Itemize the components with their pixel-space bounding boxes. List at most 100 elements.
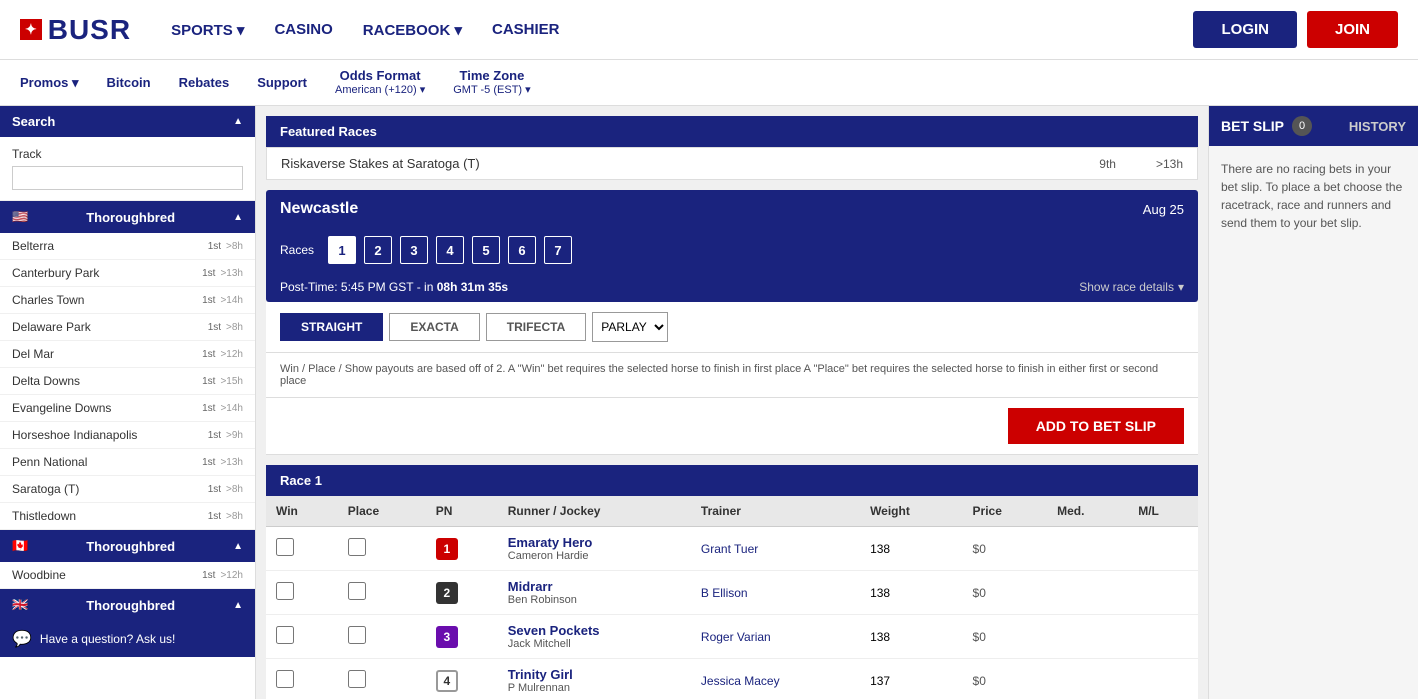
sub-link-bitcoin[interactable]: Bitcoin [107,75,151,90]
sub-header: Promos ▾ Bitcoin Rebates Support Odds Fo… [0,60,1418,106]
ml-cell [1128,571,1198,615]
race-num-2[interactable]: 2 [364,236,392,264]
win-check-cell[interactable] [266,571,338,615]
odds-format-label: Odds Format [340,68,421,84]
race-num-4[interactable]: 4 [436,236,464,264]
table-row: 3 Seven Pockets Jack Mitchell Roger Vari… [266,615,1198,659]
runner-cell: Emaraty Hero Cameron Hardie [498,527,691,571]
odds-format[interactable]: Odds Format American (+120) ▾ [335,68,425,97]
track-item[interactable]: Canterbury Park 1st >13h [0,260,255,287]
track-item[interactable]: Thistledown 1st >8h [0,503,255,530]
add-to-bet-slip-button[interactable]: ADD TO BET SLIP [1008,408,1184,444]
search-input[interactable] [12,166,243,190]
bet-type-trifecta[interactable]: TRIFECTA [486,313,586,341]
track-item[interactable]: Delta Downs 1st >15h [0,368,255,395]
track-item[interactable]: Del Mar 1st >12h [0,341,255,368]
win-checkbox[interactable] [276,582,294,600]
sub-link-rebates[interactable]: Rebates [179,75,230,90]
ml-cell [1128,527,1198,571]
price-cell: $0 [963,615,1048,659]
place-check-cell[interactable] [338,615,426,659]
join-button[interactable]: JOIN [1307,11,1398,48]
sidebar-thoroughbred-header-2[interactable]: 🇨🇦 Thoroughbred ▲ [0,530,255,562]
place-checkbox[interactable] [348,670,366,688]
place-check-cell[interactable] [338,659,426,699]
race-table: Win Place PN Runner / Jockey Trainer Wei… [266,496,1198,699]
race-card: Newcastle Aug 25 Races 1 2 3 4 5 6 7 Pos… [266,190,1198,302]
nav-casino[interactable]: CASINO [274,21,332,39]
track-item[interactable]: Saratoga (T) 1st >8h [0,476,255,503]
nav-racebook[interactable]: RACEBOOK ▾ [363,21,462,39]
login-button[interactable]: LOGIN [1193,11,1297,48]
win-checkbox[interactable] [276,538,294,556]
sidebar-thoroughbred-header-3[interactable]: 🇬🇧 Thoroughbred ▲ [0,589,255,621]
track-item[interactable]: Delaware Park 1st >8h [0,314,255,341]
win-check-cell[interactable] [266,615,338,659]
track-time: >15h [220,376,243,387]
sidebar-thoroughbred-header-1[interactable]: 🇺🇸 Thoroughbred ▲ [0,201,255,233]
countdown: 08h 31m 35s [437,280,508,294]
track-time: >13h [220,268,243,279]
history-tab[interactable]: HISTORY [1349,119,1406,134]
place-check-cell[interactable] [338,527,426,571]
runner-name: Seven Pockets [508,623,681,638]
odds-format-value[interactable]: American (+120) ▾ [335,84,425,97]
bet-type-exacta[interactable]: EXACTA [389,313,479,341]
race-num-3[interactable]: 3 [400,236,428,264]
race-num-6[interactable]: 6 [508,236,536,264]
pn-cell: 4 [426,659,498,699]
track-badge: 1st [202,403,215,414]
timezone-value[interactable]: GMT -5 (EST) ▾ [453,84,530,97]
place-check-cell[interactable] [338,571,426,615]
trainer-cell: Roger Varian [691,615,860,659]
bet-type-straight[interactable]: STRAIGHT [280,313,383,341]
table-row: 1 Emaraty Hero Cameron Hardie Grant Tuer… [266,527,1198,571]
sub-link-promos[interactable]: Promos ▾ [20,75,79,91]
featured-race-meta1: 9th [1099,157,1116,171]
chevron-up-icon-2: ▲ [233,212,243,223]
track-item[interactable]: Belterra 1st >8h [0,233,255,260]
sidebar-search-header: Search ▲ [0,106,255,137]
bet-slip-label: BET SLIP [1221,118,1284,134]
logo[interactable]: ✦ BUSR [20,14,131,46]
place-checkbox[interactable] [348,538,366,556]
track-item[interactable]: Horseshoe Indianapolis 1st >9h [0,422,255,449]
show-race-details[interactable]: Show race details ▾ [1079,280,1184,294]
ml-cell [1128,615,1198,659]
track-item[interactable]: Woodbine 1st >12h [0,562,255,589]
win-checkbox[interactable] [276,626,294,644]
col-trainer: Trainer [691,496,860,527]
races-label: Races [280,243,314,257]
sidebar: Search ▲ Track 🇺🇸 Thoroughbred ▲ Belterr… [0,106,256,699]
pn-cell: 1 [426,527,498,571]
track-item[interactable]: Charles Town 1st >14h [0,287,255,314]
win-checkbox[interactable] [276,670,294,688]
race-num-5[interactable]: 5 [472,236,500,264]
header-buttons: LOGIN JOIN [1193,11,1398,48]
center-content: Featured Races Riskaverse Stakes at Sara… [256,106,1208,699]
nav-sports[interactable]: SPORTS ▾ [171,21,244,39]
bet-type-parlay-select[interactable]: PARLAY [592,312,668,342]
price-cell: $0 [963,571,1048,615]
race-num-1[interactable]: 1 [328,236,356,264]
win-check-cell[interactable] [266,527,338,571]
trainer-name: Grant Tuer [701,542,758,556]
trainer-name: B Ellison [701,586,748,600]
trainer-cell: Jessica Macey [691,659,860,699]
place-checkbox[interactable] [348,582,366,600]
track-item[interactable]: Penn National 1st >13h [0,449,255,476]
jockey-name: P Mulrennan [508,682,681,694]
track-item[interactable]: Evangeline Downs 1st >14h [0,395,255,422]
timezone[interactable]: Time Zone GMT -5 (EST) ▾ [453,68,530,97]
featured-race-row[interactable]: Riskaverse Stakes at Saratoga (T) 9th >1… [266,147,1198,180]
win-check-cell[interactable] [266,659,338,699]
logo-text: BUSR [48,14,131,46]
race-num-7[interactable]: 7 [544,236,572,264]
sub-link-support[interactable]: Support [257,75,307,90]
nav-cashier[interactable]: CASHIER [492,21,560,39]
featured-races-bar: Featured Races [266,116,1198,147]
chat-bar[interactable]: 💬 Have a question? Ask us! [0,621,255,657]
track-badge: 1st [202,268,215,279]
place-checkbox[interactable] [348,626,366,644]
track-name: Belterra [12,239,203,253]
